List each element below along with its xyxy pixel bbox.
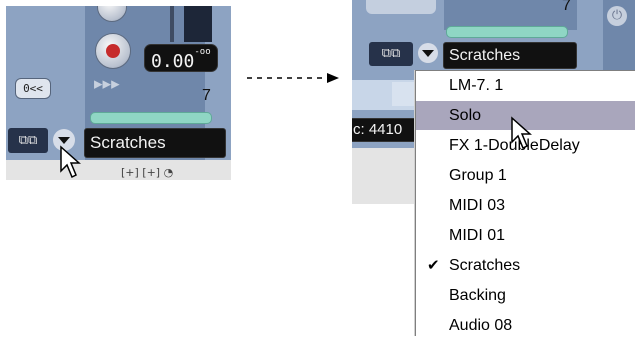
channel-number: 7 [562, 0, 571, 14]
sample-rate-readout: c: 4410 [352, 118, 424, 142]
left-mixer-channel: 0.00-oo ▸▸▸ 7 0<< ⧉⧉ Scratches [+] [+] ◔ [6, 6, 231, 180]
link-icon[interactable]: ⧉⧉ [8, 128, 48, 153]
menu-item-backing[interactable]: Backing [416, 281, 635, 310]
meter-bar [446, 26, 568, 38]
track-name-field[interactable]: Scratches [84, 128, 226, 158]
record-enable-button[interactable] [95, 33, 131, 69]
meter-bar [90, 112, 212, 124]
record-dot-icon [106, 44, 120, 58]
track-selection-menu: LM-7. 1 Solo FX 1-DoubleDelay Group 1 MI… [415, 70, 635, 336]
fader-meter [184, 6, 212, 42]
mouse-pointer-icon [60, 145, 81, 179]
link-icon[interactable]: ⧉⧉ [369, 42, 413, 66]
check-icon: ✔ [427, 257, 440, 274]
waveform-icon: ▸▸▸ [94, 74, 120, 94]
top-button[interactable] [366, 0, 436, 14]
menu-item-midi-03[interactable]: MIDI 03 [416, 191, 635, 220]
strip-glyphs: [+] [+] ◔ [121, 166, 174, 179]
track-name-field[interactable]: Scratches [443, 42, 577, 69]
mouse-pointer-icon [511, 116, 532, 150]
volume-readout[interactable]: 0.00-oo [144, 44, 218, 72]
dropdown-arrow-icon[interactable] [418, 43, 438, 63]
menu-item-lm-7[interactable]: LM-7. 1 [416, 71, 635, 100]
menu-item-midi-01[interactable]: MIDI 01 [416, 221, 635, 250]
zero-reset-button[interactable]: 0<< [15, 78, 51, 99]
menu-item-audio-08[interactable]: Audio 08 [416, 311, 635, 340]
menu-item-scratches[interactable]: ✔ Scratches [416, 251, 635, 280]
channel-number: 7 [202, 87, 211, 104]
lower-strip [6, 160, 231, 180]
menu-item-group-1[interactable]: Group 1 [416, 161, 635, 190]
power-icon[interactable]: ⏻ [607, 6, 627, 26]
dashed-arrow [247, 73, 339, 83]
fader-track [170, 6, 174, 42]
